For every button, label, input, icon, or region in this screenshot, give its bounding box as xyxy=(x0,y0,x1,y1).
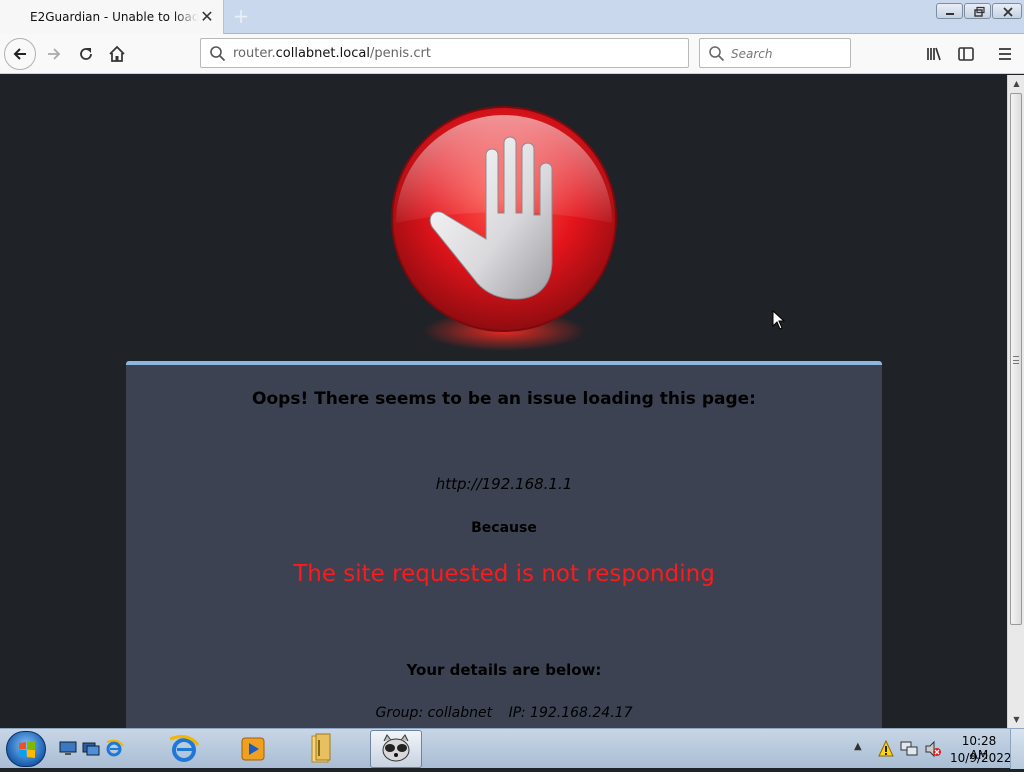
close-window-icon[interactable] xyxy=(992,3,1022,19)
search-icon xyxy=(210,46,226,62)
minimize-icon[interactable] xyxy=(936,3,963,19)
blocked-url: http://192.168.1.1 xyxy=(435,475,573,493)
tab-title: E2Guardian - Unable to load web page xyxy=(30,10,198,24)
tab-e2guardian[interactable]: E2Guardian - Unable to load web page ✕ xyxy=(0,0,224,34)
switch-windows-icon[interactable] xyxy=(81,738,101,758)
reload-button[interactable] xyxy=(70,38,102,70)
because-label: Because xyxy=(471,520,537,536)
windows-start-icon[interactable] xyxy=(6,731,46,767)
url-prefix: router. xyxy=(233,46,276,61)
taskbar: ▲ 10:28 AM 10/9/2022 xyxy=(0,728,1024,769)
nav-toolbar: router.collabnet.local/penis.crt Search xyxy=(0,34,1024,74)
desktop-icon[interactable] xyxy=(58,738,78,758)
search-input[interactable]: Search xyxy=(699,38,851,68)
home-button[interactable] xyxy=(101,38,133,70)
search-icon xyxy=(709,46,725,62)
scroll-thumb[interactable] xyxy=(1010,93,1022,625)
e2guardian-app-icon[interactable] xyxy=(370,730,422,768)
url-text: router.collabnet.local/penis.crt xyxy=(233,46,431,61)
error-panel: Oops! There seems to be an issue loading… xyxy=(126,361,882,728)
volume-muted-icon[interactable] xyxy=(924,740,942,758)
scroll-grip-icon xyxy=(1013,356,1019,364)
home-icon xyxy=(109,45,125,62)
library-button[interactable] xyxy=(918,38,950,70)
show-hidden-icons-icon[interactable]: ▲ xyxy=(854,741,862,752)
url-bar[interactable]: router.collabnet.local/penis.crt xyxy=(200,38,689,68)
tab-close-icon[interactable]: ✕ xyxy=(199,9,215,25)
action-center-icon[interactable] xyxy=(878,740,894,758)
library-icon xyxy=(927,47,941,61)
title-bar: E2Guardian - Unable to load web page ✕ + xyxy=(0,0,1024,34)
folder-icon[interactable] xyxy=(296,730,348,768)
network-icon[interactable] xyxy=(900,740,918,758)
url-path: /penis.crt xyxy=(369,46,431,61)
internet-explorer-icon[interactable] xyxy=(104,738,124,758)
forward-icon xyxy=(48,48,61,60)
vertical-scrollbar[interactable]: ▲ ▼ xyxy=(1007,75,1024,728)
scroll-down-icon[interactable]: ▼ xyxy=(1008,711,1024,728)
restore-icon[interactable] xyxy=(964,3,991,19)
window-controls xyxy=(936,3,1022,19)
clock-date[interactable]: 10/9/2022 xyxy=(950,751,1012,765)
forward-button[interactable] xyxy=(38,38,70,70)
block-reason: The site requested is not responding xyxy=(293,561,715,587)
back-icon xyxy=(13,48,26,60)
sidebar-icon xyxy=(958,47,974,61)
menu-icon xyxy=(999,48,1011,60)
stop-hand-icon xyxy=(391,106,617,351)
ip-value: IP: 192.168.24.17 xyxy=(508,705,633,721)
scroll-up-icon[interactable]: ▲ xyxy=(1008,75,1024,92)
search-placeholder: Search xyxy=(731,47,773,61)
show-desktop-button[interactable] xyxy=(1010,729,1024,769)
media-player-icon[interactable] xyxy=(228,730,280,768)
details-heading: Your details are below: xyxy=(406,661,602,679)
error-heading: Oops! There seems to be an issue loading… xyxy=(252,389,756,409)
page-content: Oops! There seems to be an issue loading… xyxy=(0,75,1007,728)
back-button[interactable] xyxy=(4,38,36,70)
url-host: collabnet.local xyxy=(275,46,370,61)
mouse-cursor-icon xyxy=(772,310,786,330)
menu-button[interactable] xyxy=(989,38,1021,70)
taskbar-ie-button[interactable] xyxy=(158,730,210,768)
reload-icon xyxy=(80,48,92,60)
sidebar-button[interactable] xyxy=(950,38,982,70)
group-value: Group: collabnet xyxy=(375,705,493,721)
user-details: Group: collabnet IP: 192.168.24.17 xyxy=(126,705,882,721)
new-tab-icon[interactable]: + xyxy=(230,5,252,27)
